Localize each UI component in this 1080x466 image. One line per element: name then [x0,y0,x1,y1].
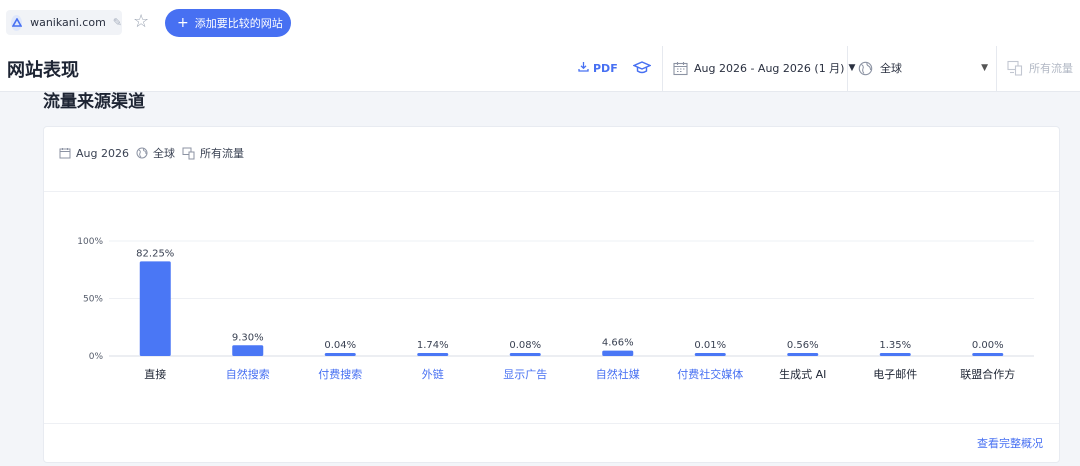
bar[interactable] [787,353,819,356]
pdf-label: PDF [593,61,618,75]
bar-value-label: 0.00% [972,340,1004,351]
bar-value-label: 0.08% [509,340,541,351]
x-category-label: 直接 [144,367,166,381]
bar[interactable] [694,353,726,356]
traffic-channels-chart: 100% 50% 0% 82.25% 直接 9.30% 自然搜索 0.04% 付费搜索 1.74%… [77,237,1034,381]
x-category-label: 生成式 AI [779,367,826,381]
card-divider [44,423,1059,424]
bar-value-label: 82.25% [136,248,174,259]
x-category-label: 联盟合作方 [960,367,1015,381]
date-range-picker[interactable]: Aug 2026 - Aug 2026 (1 月) ▼ [673,60,855,76]
traffic-channels-card: Aug 2026 全球 所有流量 100% 50% 0% 82.25% 直接 9.30% 自… [43,126,1060,463]
download-icon [578,61,589,75]
bar[interactable] [602,350,634,356]
bar-value-label: 0.01% [694,340,726,351]
devices-icon [182,147,195,160]
bar-value-label: 0.04% [324,340,356,351]
plus-icon: + [177,15,189,31]
site-favicon-icon [11,14,23,31]
x-category-label[interactable]: 自然社媒 [596,367,640,381]
filter-region-label: 全球 [152,147,175,160]
date-range-value: Aug 2026 - Aug 2026 (1 月) [694,62,845,75]
y-tick-label: 50% [83,295,103,305]
region-picker[interactable]: 全球 ▼ [858,60,988,76]
bar[interactable] [417,353,449,356]
add-competitor-label: 添加要比较的网站 [194,17,283,30]
x-category-label[interactable]: 付费搜索 [318,367,362,381]
x-category-label[interactable]: 显示广告 [503,368,547,381]
bar[interactable] [972,353,1004,356]
filter-date-label: Aug 2026 [76,146,129,160]
bar[interactable] [879,353,911,356]
traffic-type-value: 所有流量 [1029,62,1073,75]
section-title: 流量来源渠道 [43,92,145,112]
filter-traffic: 所有流量 [182,145,244,161]
header-separator [847,46,848,91]
x-category-label: 电子邮件 [873,368,917,381]
pdf-export-button[interactable]: PDF [578,61,618,75]
y-tick-label: 100% [77,237,103,247]
bar[interactable] [139,261,171,356]
filter-traffic-label: 所有流量 [199,147,244,160]
site-chip[interactable]: wanikani.com ✎ [6,10,122,35]
bar[interactable] [232,345,264,356]
graduation-cap-icon[interactable] [632,59,652,81]
chevron-down-icon: ▼ [981,63,988,73]
devices-icon [1007,60,1023,76]
filter-region: 全球 [136,145,175,161]
header-separator [662,46,663,91]
bar-value-label: 0.56% [787,340,819,351]
bar[interactable] [324,353,356,356]
header-separator [996,46,997,91]
calendar-icon [673,61,688,76]
site-domain: wanikani.com [30,16,106,29]
add-competitor-button[interactable]: + 添加要比较的网站 [165,9,291,37]
globe-icon [136,147,148,159]
y-tick-label: 0% [89,352,104,362]
bar[interactable] [509,353,541,356]
top-bar: wanikani.com ✎ ☆ + 添加要比较的网站 [0,0,1080,47]
x-category-label[interactable]: 付费社交媒体 [677,367,743,381]
favorite-star-icon[interactable]: ☆ [133,11,149,33]
bar-value-label: 1.35% [879,340,911,351]
card-filter-summary: Aug 2026 全球 所有流量 [59,145,251,161]
bar-value-label: 1.74% [417,340,449,351]
filter-date: Aug 2026 [59,147,129,160]
bar-value-label: 9.30% [232,332,264,343]
bar-value-label: 4.66% [602,338,634,349]
view-full-overview-link[interactable]: 查看完整概况 [977,435,1043,451]
x-category-label[interactable]: 外链 [422,367,444,381]
page-header: 网站表现 PDF Aug 2026 - Aug 2026 (1 月) ▼ 全球 … [0,46,1080,92]
chevron-down-icon: ▼ [848,63,856,73]
x-category-label[interactable]: 自然搜索 [226,367,270,381]
edit-pencil-icon[interactable]: ✎ [113,16,122,29]
region-value: 全球 [880,62,902,75]
traffic-type-picker[interactable]: 所有流量 [1007,60,1073,76]
page-title: 网站表现 [7,60,79,81]
calendar-icon [59,147,71,159]
globe-icon [858,61,873,76]
